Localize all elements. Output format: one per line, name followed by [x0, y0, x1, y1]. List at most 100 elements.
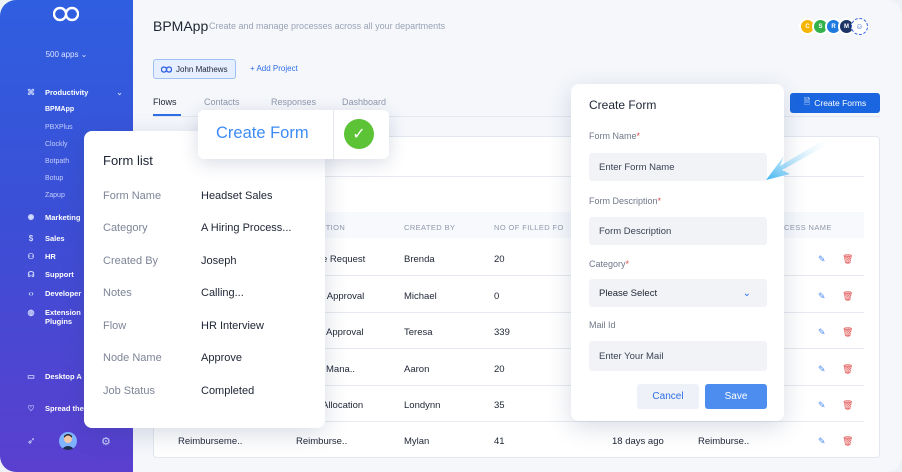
- create-forms-button[interactable]: 🗎 Create Forms: [790, 93, 880, 113]
- sidebar-item-hr[interactable]: ⚇ HR: [27, 252, 55, 261]
- sidebar-subitem-zapup[interactable]: Zapup: [45, 192, 65, 199]
- form-list-card: Form list Form Name Headset Sales Catego…: [84, 131, 325, 428]
- create-form-popup[interactable]: Create Form ✓: [198, 110, 389, 159]
- field-label: Category: [103, 222, 148, 234]
- cell-created-by: Londynn: [404, 400, 441, 411]
- edit-icon[interactable]: ✎: [818, 291, 826, 302]
- headset-icon: ☊: [27, 270, 35, 279]
- sidebar-item-label: Developer: [45, 289, 82, 298]
- sidebar-item-label: Marketing: [45, 213, 81, 222]
- sidebar-item-spread[interactable]: ♡ Spread the: [27, 404, 84, 413]
- edit-icon[interactable]: ✎: [818, 364, 826, 375]
- sidebar-item-marketing[interactable]: ✺ Marketing: [27, 213, 81, 222]
- cancel-button[interactable]: Cancel: [637, 384, 699, 409]
- form-name-input[interactable]: [589, 153, 767, 181]
- add-project-link[interactable]: + Add Project: [250, 64, 298, 73]
- tab-contacts[interactable]: Contacts: [204, 97, 240, 107]
- cell-description: Allocation: [322, 400, 364, 411]
- cell-filled: 35: [494, 400, 505, 411]
- add-user-icon[interactable]: ☺: [851, 18, 868, 35]
- gear-icon[interactable]: ⚙: [101, 435, 111, 448]
- sidebar-subitem-botpath[interactable]: Botpath: [45, 158, 69, 165]
- sidebar-item-sales[interactable]: $ Sales: [28, 234, 65, 243]
- sidebar-subitem-bpmapp[interactable]: BPMApp: [45, 106, 74, 113]
- sidebar-subitem-pbxplus[interactable]: PBXPlus: [45, 124, 73, 131]
- trash-icon[interactable]: 🗑: [842, 327, 853, 338]
- avatar[interactable]: [59, 432, 77, 450]
- user-badges: C S R M ☺: [799, 18, 868, 35]
- form-name-label: Form Name*: [589, 131, 641, 141]
- field-label: Node Name: [103, 352, 162, 364]
- field-value: Joseph: [201, 255, 237, 267]
- field-value: HR Interview: [201, 320, 264, 332]
- category-label: Category*: [589, 259, 630, 269]
- trash-icon[interactable]: 🗑: [842, 254, 853, 265]
- cell-filled: 0: [494, 291, 500, 302]
- marketing-icon: ✺: [27, 213, 35, 222]
- save-button[interactable]: Save: [705, 384, 767, 409]
- monitor-icon: ▭: [27, 372, 35, 381]
- sidebar-item-support[interactable]: ☊ Support: [27, 270, 74, 279]
- arrow-icon: [766, 136, 832, 180]
- cell-filled: 339: [494, 327, 510, 338]
- apps-switcher[interactable]: 500 apps ⌄: [0, 50, 133, 59]
- sidebar-item-label: Support: [45, 270, 74, 279]
- category-select[interactable]: Please Select ⌄: [589, 279, 767, 307]
- sidebar-item-extension[interactable]: ◍ Extension Plugins: [28, 308, 81, 326]
- cell-filled: 20: [494, 254, 505, 265]
- hr-icon: ⚇: [27, 252, 35, 261]
- sidebar-item-desktop[interactable]: ▭ Desktop A: [27, 372, 82, 381]
- field-label: Job Status: [103, 385, 155, 397]
- globe-icon: ◍: [27, 308, 35, 317]
- cell-created-by: Michael: [404, 291, 437, 302]
- chevron-down-icon: ⌄: [80, 50, 88, 59]
- edit-icon[interactable]: ✎: [818, 436, 826, 447]
- page-title: BPMApp: [153, 18, 209, 34]
- cell-time: 18 days ago: [612, 436, 664, 447]
- trash-icon[interactable]: 🗑: [842, 436, 853, 447]
- tab-responses[interactable]: Responses: [271, 97, 316, 107]
- field-value: A Hiring Process...: [201, 222, 292, 234]
- sidebar-subitem-botup[interactable]: Botup: [45, 175, 63, 182]
- field-label: Flow: [103, 320, 127, 332]
- trash-icon[interactable]: 🗑: [842, 291, 853, 302]
- trash-icon[interactable]: 🗑: [842, 364, 853, 375]
- project-chip[interactable]: John Mathews: [153, 59, 236, 79]
- sidebar-item-productivity[interactable]: ⌘ Productivity ⌄: [27, 88, 123, 97]
- cell-filled: 20: [494, 364, 505, 375]
- tab-dashboard[interactable]: Dashboard: [342, 97, 386, 107]
- cell-description: Reimburse..: [296, 436, 348, 447]
- table-header-created-by: CREATED BY: [404, 223, 456, 232]
- cell-description: Mana..: [326, 364, 356, 375]
- field-value: Calling...: [201, 287, 244, 299]
- logo-icon[interactable]: [53, 4, 79, 24]
- category-value: Please Select: [599, 287, 658, 299]
- logo-icon: [161, 65, 172, 73]
- form-description-input[interactable]: [589, 217, 767, 245]
- page-subtitle: Create and manage processes across all y…: [209, 21, 446, 31]
- command-icon: ⌘: [27, 88, 35, 97]
- edit-icon[interactable]: ✎: [818, 254, 826, 265]
- heart-icon: ♡: [27, 404, 35, 413]
- form-description-label: Form Description*: [589, 196, 662, 206]
- trash-icon[interactable]: 🗑: [842, 400, 853, 411]
- field-value: Completed: [201, 385, 255, 397]
- tab-flows[interactable]: Flows: [153, 97, 177, 107]
- rocket-icon[interactable]: ➶: [27, 436, 35, 447]
- check-icon[interactable]: ✓: [344, 119, 374, 149]
- divider: [333, 110, 334, 159]
- cell-form-name: Reimburseme..: [178, 436, 243, 447]
- edit-icon[interactable]: ✎: [818, 327, 826, 338]
- sidebar-item-developer[interactable]: ‹› Developer: [28, 289, 81, 298]
- sidebar-item-label: Spread the: [45, 404, 84, 413]
- cell-created-by: Mylan: [404, 436, 430, 447]
- edit-icon[interactable]: ✎: [818, 400, 826, 411]
- code-icon: ‹›: [28, 289, 34, 298]
- mail-id-input[interactable]: [589, 341, 767, 371]
- sidebar-item-label: Desktop A: [45, 372, 82, 381]
- cell-description: Approval: [326, 327, 364, 338]
- field-value: Approve: [201, 352, 242, 364]
- table-header-process: CESS NAME: [784, 223, 832, 232]
- field-label: Created By: [103, 255, 159, 267]
- sidebar-subitem-clockly[interactable]: Clockly: [45, 141, 68, 148]
